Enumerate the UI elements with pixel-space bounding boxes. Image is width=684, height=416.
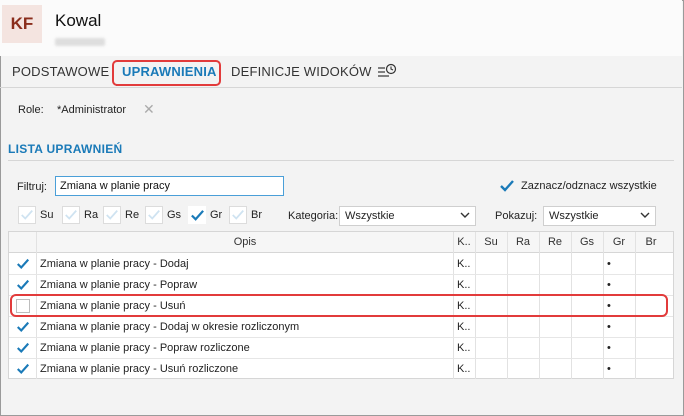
category-label: Kategoria:: [288, 210, 339, 222]
column-header-opis[interactable]: Opis: [37, 236, 453, 248]
show-select[interactable]: Wszystkie: [543, 206, 656, 226]
row-k: K..: [457, 321, 471, 333]
flag-ra[interactable]: Ra: [62, 206, 98, 224]
table-header: Opis K.. Su Ra Re Gs Gr Br: [9, 232, 673, 253]
remove-role-icon[interactable]: ✕: [143, 101, 155, 118]
flag-re-checkbox[interactable]: [103, 206, 121, 224]
category-select[interactable]: Wszystkie: [339, 206, 476, 226]
column-header-ra[interactable]: Ra: [507, 236, 539, 248]
flag-ra-checkbox[interactable]: [62, 206, 80, 224]
table-row[interactable]: Zmiana w planie pracy - Dodaj w okresie …: [9, 317, 673, 338]
unchecked-mark-icon: [106, 210, 118, 220]
row-k: K..: [457, 258, 471, 270]
row-gr: •: [607, 342, 611, 354]
unchecked-mark-icon: [232, 210, 244, 220]
flag-gr-checkbox[interactable]: [188, 206, 206, 224]
flag-su-label: Su: [40, 209, 54, 221]
flag-br-label: Br: [251, 209, 262, 221]
column-header-gs[interactable]: Gs: [571, 236, 603, 248]
unchecked-mark-icon: [148, 210, 160, 220]
row-gr: •: [607, 321, 611, 333]
avatar: KF: [2, 5, 42, 43]
tab-podstawowe[interactable]: PODSTAWOWE: [12, 64, 109, 79]
select-all-checkbox[interactable]: [499, 178, 515, 194]
row-checkbox[interactable]: [16, 362, 30, 376]
row-opis: Zmiana w planie pracy - Usuń rozliczone: [40, 363, 239, 375]
tab-bar: PODSTAWOWE UPRAWNIENIA DEFINICJE WIDOKÓW: [0, 58, 682, 88]
show-label: Pokazuj:: [495, 210, 538, 222]
flag-br-checkbox[interactable]: [229, 206, 247, 224]
history-icon[interactable]: [377, 63, 397, 79]
chevron-down-icon: [460, 212, 470, 218]
row-opis: Zmiana w planie pracy - Dodaj w okresie …: [40, 321, 300, 333]
column-header-br[interactable]: Br: [635, 236, 667, 248]
flag-gs-checkbox[interactable]: [145, 206, 163, 224]
row-gr: •: [607, 279, 611, 291]
filter-input[interactable]: [55, 176, 284, 196]
role-value: *Administrator: [57, 104, 127, 116]
flag-gr[interactable]: Gr: [188, 206, 222, 224]
select-all-label: Zaznacz/odznacz wszystkie: [521, 180, 657, 192]
row-gr: •: [607, 258, 611, 270]
flag-gs[interactable]: Gs: [145, 206, 181, 224]
row-k: K..: [457, 342, 471, 354]
row-checkbox[interactable]: [16, 257, 30, 271]
table-row[interactable]: Zmiana w planie pracy - Popraw rozliczon…: [9, 338, 673, 359]
header: KF Kowal: [0, 0, 682, 56]
column-header-k[interactable]: K..: [453, 236, 475, 248]
flag-re-label: Re: [125, 209, 140, 221]
row-opis: Zmiana w planie pracy - Popraw: [40, 279, 198, 291]
row-opis: Zmiana w planie pracy - Popraw rozliczon…: [40, 342, 250, 354]
flag-re[interactable]: Re: [103, 206, 139, 224]
section-divider: [8, 160, 674, 161]
column-header-gr[interactable]: Gr: [603, 236, 635, 248]
row-k: K..: [457, 363, 471, 375]
table-row[interactable]: Zmiana w planie pracy - Usuń rozliczone …: [9, 359, 673, 380]
blurred-subtitle: [55, 38, 105, 46]
check-icon: [190, 209, 204, 221]
row-checkbox[interactable]: [16, 320, 30, 334]
section-title: LISTA UPRAWNIEŃ: [8, 142, 123, 156]
flag-su[interactable]: Su: [18, 206, 53, 224]
flag-br[interactable]: Br: [229, 206, 262, 224]
unchecked-mark-icon: [65, 210, 77, 220]
row-highlight-outline: [10, 294, 668, 317]
category-select-value: Wszystkie: [345, 210, 395, 222]
row-opis: Zmiana w planie pracy - Dodaj: [40, 258, 189, 270]
row-k: K..: [457, 279, 471, 291]
tab-definicje-widokow[interactable]: DEFINICJE WIDOKÓW: [231, 64, 372, 79]
tab-highlight-outline: [112, 60, 221, 86]
page-title: Kowal: [55, 11, 102, 30]
flag-su-checkbox[interactable]: [18, 206, 36, 224]
filter-label: Filtruj:: [17, 181, 47, 193]
unchecked-mark-icon: [21, 210, 33, 220]
flag-ra-label: Ra: [84, 209, 99, 221]
row-checkbox[interactable]: [16, 341, 30, 355]
row-gr: •: [607, 363, 611, 375]
flag-gr-label: Gr: [210, 209, 223, 221]
row-checkbox[interactable]: [16, 278, 30, 292]
column-header-re[interactable]: Re: [539, 236, 571, 248]
table-row[interactable]: Zmiana w planie pracy - Dodaj K.. •: [9, 254, 673, 275]
role-label: Role:: [18, 104, 44, 116]
show-select-value: Wszystkie: [549, 210, 599, 222]
table-row[interactable]: Zmiana w planie pracy - Popraw K.. •: [9, 275, 673, 296]
chevron-down-icon: [640, 212, 650, 218]
flag-gs-label: Gs: [167, 209, 182, 221]
column-header-su[interactable]: Su: [475, 236, 507, 248]
